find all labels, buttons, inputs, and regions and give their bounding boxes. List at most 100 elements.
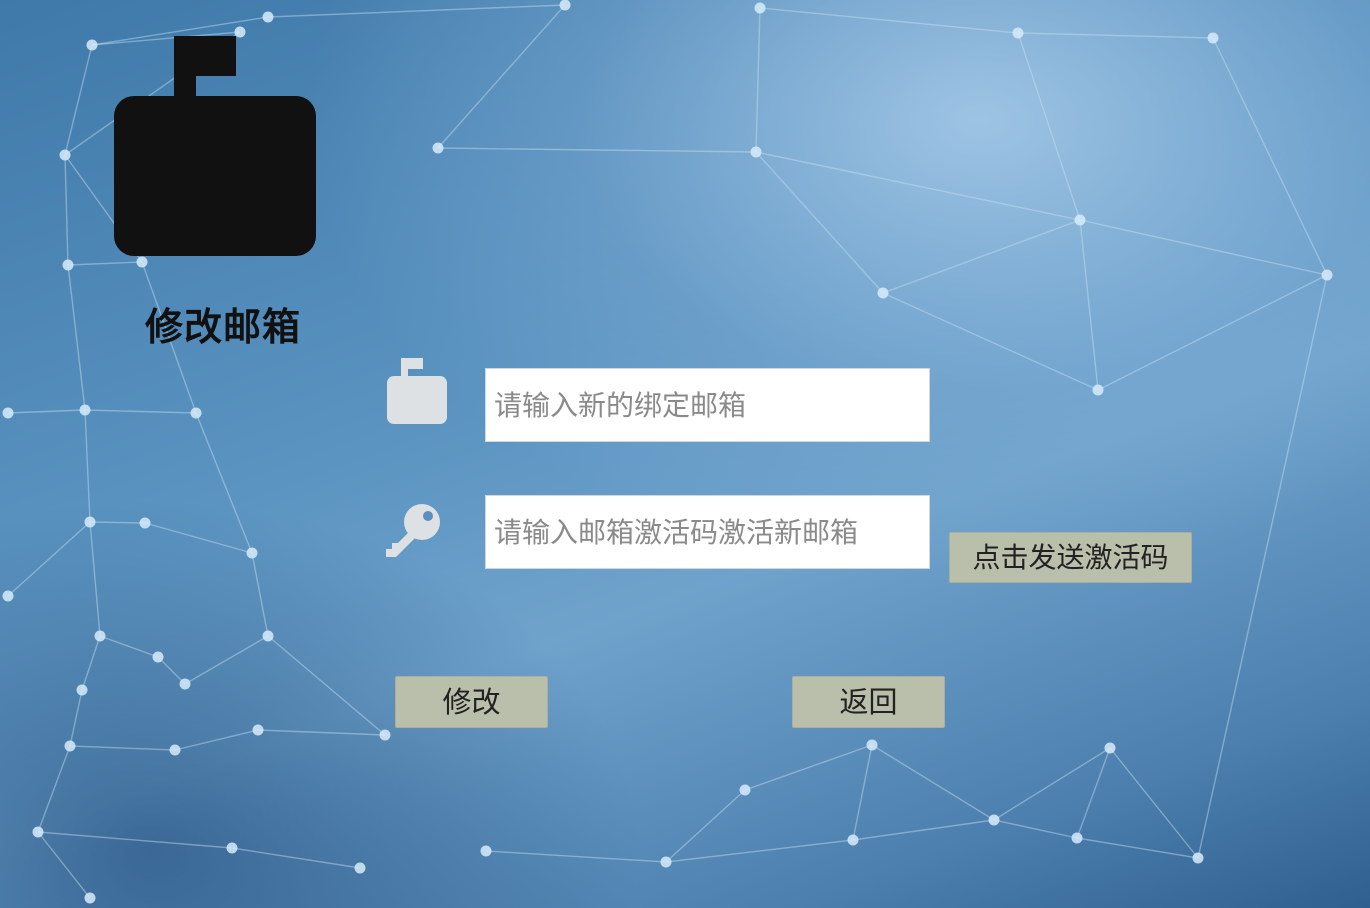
send-code-button[interactable]: 点击发送激活码: [949, 532, 1192, 583]
network-line: [1017, 32, 1081, 221]
network-node: [139, 517, 151, 529]
network-line: [84, 409, 197, 414]
network-line: [755, 151, 1081, 221]
network-line: [665, 839, 854, 863]
network-node: [1071, 832, 1083, 844]
network-line: [67, 264, 86, 411]
network-line: [993, 747, 1111, 821]
network-line: [871, 744, 995, 821]
network-node: [76, 684, 88, 696]
network-line: [755, 151, 884, 294]
network-node: [86, 39, 98, 51]
network-node: [179, 678, 191, 690]
network-node: [660, 856, 672, 868]
network-line: [665, 789, 746, 863]
network-node: [262, 11, 274, 23]
network-line: [7, 409, 86, 414]
email-input[interactable]: [485, 368, 930, 442]
network-line: [1076, 747, 1111, 839]
network-node: [1104, 742, 1116, 754]
network-line: [67, 261, 143, 266]
network-node: [739, 784, 751, 796]
network-node: [252, 724, 264, 736]
network-node: [84, 516, 96, 528]
network-line: [882, 219, 1081, 294]
network-node: [847, 834, 859, 846]
network-node: [169, 744, 181, 756]
network-line: [174, 729, 259, 751]
network-node: [136, 256, 148, 268]
network-node: [246, 547, 258, 559]
network-node: [2, 407, 14, 419]
network-line: [755, 7, 761, 153]
network-node: [152, 651, 164, 663]
network-line: [69, 745, 176, 751]
back-button[interactable]: 返回: [792, 676, 945, 728]
network-line: [485, 850, 667, 863]
mailbox-icon: [114, 36, 316, 256]
network-line: [37, 745, 71, 833]
page-title: 修改邮箱: [145, 305, 302, 349]
network-line: [1212, 37, 1328, 276]
network-line: [267, 635, 386, 736]
modify-button[interactable]: 修改: [395, 676, 548, 728]
network-node: [877, 287, 889, 299]
network-line: [1017, 32, 1214, 39]
network-node: [988, 814, 1000, 826]
network-node: [1207, 32, 1219, 44]
network-node: [190, 407, 202, 419]
network-line: [37, 831, 91, 899]
network-line: [231, 847, 361, 869]
network-line: [257, 729, 386, 736]
key-icon: [386, 504, 440, 557]
network-node: [59, 149, 71, 161]
network-node: [1012, 27, 1024, 39]
network-node: [354, 862, 366, 874]
network-line: [437, 147, 757, 153]
network-node: [1321, 269, 1333, 281]
network-line: [1079, 219, 1328, 276]
network-line: [1076, 837, 1199, 859]
network-line: [89, 521, 146, 524]
network-node: [379, 729, 391, 741]
network-node: [750, 146, 762, 158]
network-line: [251, 552, 269, 637]
network-line: [64, 154, 69, 266]
network-node: [866, 739, 878, 751]
network-node: [64, 740, 76, 752]
network-node: [1074, 214, 1086, 226]
network-node: [262, 630, 274, 642]
network-node: [2, 590, 14, 602]
network-node: [84, 892, 96, 904]
network-line: [7, 521, 91, 597]
network-line: [37, 831, 233, 849]
network-line: [144, 522, 253, 554]
network-node: [559, 0, 571, 11]
network-node: [432, 142, 444, 154]
network-node: [79, 404, 91, 416]
network-node: [226, 842, 238, 854]
network-line: [81, 635, 101, 691]
network-node: [62, 259, 74, 271]
network-line: [1079, 219, 1099, 391]
network-line: [89, 521, 101, 637]
network-line: [184, 635, 269, 685]
network-line: [195, 412, 253, 554]
network-node: [1192, 852, 1204, 864]
network-line: [69, 689, 83, 747]
network-line: [993, 819, 1078, 839]
network-line: [84, 409, 91, 523]
network-line: [1097, 274, 1328, 391]
network-line: [852, 819, 995, 841]
network-line: [99, 635, 159, 658]
network-line: [157, 656, 186, 685]
network-node: [94, 630, 106, 642]
network-line: [852, 744, 873, 841]
network-line: [1109, 747, 1199, 859]
network-line: [744, 744, 873, 791]
network-node: [754, 2, 766, 14]
network-node: [32, 826, 44, 838]
mailbox-icon: [387, 358, 447, 424]
network-line: [437, 4, 566, 149]
activation-code-input[interactable]: [485, 495, 930, 569]
